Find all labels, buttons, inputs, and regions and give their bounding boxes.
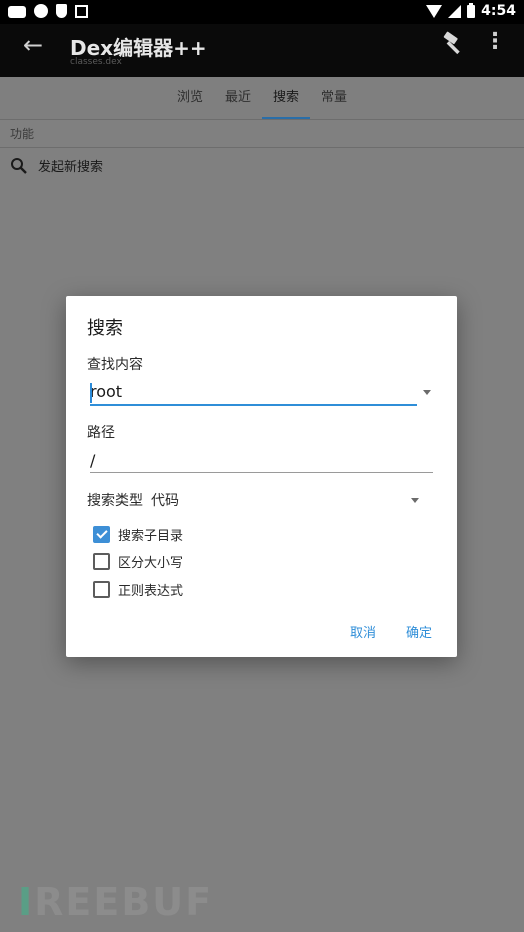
search-type-row[interactable]: 搜索类型 代码	[87, 490, 179, 510]
path-input-value: /	[90, 451, 96, 470]
more-vert-icon[interactable]: ⋮	[484, 30, 506, 56]
tab-browse[interactable]: 浏览	[166, 77, 214, 119]
hammer-icon[interactable]	[440, 30, 466, 56]
checkbox-regex-label: 正则表达式	[118, 584, 184, 599]
checkbox-subdirs[interactable]: 搜索子目录	[93, 525, 183, 544]
status-time: 4:54	[481, 3, 516, 19]
find-input-value: root	[90, 382, 123, 401]
back-arrow-icon[interactable]: ←	[18, 30, 48, 60]
keyboard-icon	[8, 5, 26, 18]
tab-constants[interactable]: 常量	[310, 77, 358, 119]
signal-icon	[448, 4, 462, 18]
cancel-button[interactable]: 取消	[350, 622, 376, 641]
checkbox-icon[interactable]	[93, 553, 110, 570]
dialog-title: 搜索	[87, 318, 123, 339]
new-search-label: 发起新搜索	[38, 160, 104, 175]
find-history-dropdown-icon[interactable]	[423, 390, 431, 395]
checkbox-subdirs-label: 搜索子目录	[118, 529, 184, 544]
checkbox-regex[interactable]: 正则表达式	[93, 580, 183, 599]
app-subtitle: classes.dex	[70, 57, 122, 67]
checkbox-icon[interactable]	[93, 581, 110, 598]
checkbox-icon-checked[interactable]	[93, 526, 110, 543]
status-bar: 4:54	[0, 0, 524, 24]
new-search-item[interactable]: 发起新搜索	[10, 156, 103, 175]
section-divider	[0, 147, 524, 148]
tab-recent[interactable]: 最近	[214, 77, 262, 119]
path-label: 路径	[87, 425, 115, 441]
text-caret	[90, 383, 92, 403]
wifi-icon	[426, 4, 443, 18]
checkbox-case-label: 区分大小写	[118, 556, 184, 571]
search-type-label: 搜索类型	[87, 493, 143, 509]
path-input-underline	[90, 472, 433, 473]
find-label: 查找内容	[87, 357, 143, 373]
search-type-value: 代码	[151, 493, 179, 509]
section-label: 功能	[10, 127, 35, 141]
notification-icon	[75, 4, 88, 18]
watermark-prefix: I	[18, 880, 35, 924]
search-type-dropdown-icon[interactable]	[411, 498, 419, 503]
app-icon	[34, 4, 48, 18]
watermark-logo: IREEBUF	[18, 880, 213, 924]
status-icons-right: 4:54	[426, 2, 516, 19]
checkbox-case-sensitive[interactable]: 区分大小写	[93, 552, 183, 571]
status-icons-left	[8, 4, 88, 18]
app-bar: ← Dex编辑器++ classes.dex ⋮	[0, 24, 524, 77]
confirm-button[interactable]: 确定	[406, 622, 432, 641]
find-input[interactable]: root	[90, 382, 416, 406]
path-input[interactable]: /	[90, 451, 432, 473]
search-icon	[10, 157, 28, 175]
battery-icon	[467, 2, 476, 18]
watermark-text: REEBUF	[34, 880, 214, 924]
tab-divider	[0, 119, 524, 120]
shield-icon	[56, 4, 67, 18]
search-dialog: 搜索 查找内容 root 路径 / 搜索类型 代码 搜索子目录 区分大小写 正则…	[66, 296, 457, 657]
tab-search[interactable]: 搜索	[262, 77, 311, 119]
find-input-underline	[90, 404, 417, 406]
tab-bar: 浏览 最近 搜索 常量	[0, 77, 524, 119]
